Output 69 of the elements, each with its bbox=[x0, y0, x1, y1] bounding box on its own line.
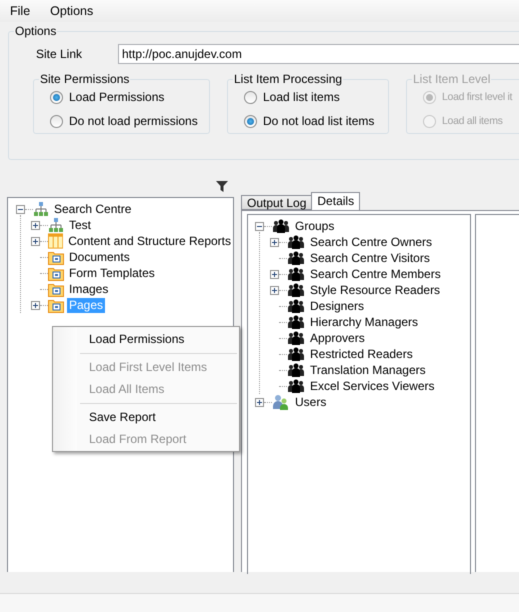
tab[interactable]: Details bbox=[311, 192, 360, 210]
radio-label: Do not load list items bbox=[263, 114, 374, 128]
radio-button[interactable] bbox=[50, 114, 63, 128]
tree-item[interactable]: Search Centre Visitors bbox=[308, 250, 432, 266]
expand-icon[interactable] bbox=[31, 300, 40, 310]
radio-label: Load first level it bbox=[442, 91, 512, 103]
radio-button[interactable] bbox=[50, 90, 63, 104]
tree-item[interactable]: Images bbox=[67, 282, 110, 296]
people-icon bbox=[287, 267, 305, 281]
expand-icon[interactable] bbox=[31, 236, 40, 246]
site-hierarchy-icon bbox=[33, 201, 49, 217]
expand-icon[interactable] bbox=[270, 270, 279, 278]
radio-label: Do not load permissions bbox=[69, 114, 198, 128]
group-title: Options bbox=[14, 24, 58, 38]
expand-icon[interactable] bbox=[255, 398, 264, 406]
filter-icon[interactable] bbox=[216, 181, 228, 192]
people-icon bbox=[287, 331, 305, 345]
tree-item[interactable]: Excel Services Viewers bbox=[308, 378, 436, 394]
people-icon bbox=[272, 219, 290, 233]
tree-item[interactable]: Documents bbox=[67, 250, 132, 264]
people-icon bbox=[287, 315, 305, 329]
tree-item[interactable]: Form Templates bbox=[67, 266, 157, 280]
tree-item[interactable]: Translation Managers bbox=[308, 362, 428, 378]
tree-item[interactable]: Groups bbox=[293, 218, 336, 234]
site-hierarchy-icon bbox=[48, 217, 64, 233]
folder-icon bbox=[48, 250, 64, 264]
collapse-icon[interactable] bbox=[16, 204, 25, 214]
people-icon bbox=[287, 251, 305, 265]
group-title: Site Permissions bbox=[39, 72, 130, 86]
tree-item[interactable]: Approvers bbox=[308, 330, 367, 346]
collapse-icon[interactable] bbox=[255, 222, 264, 230]
people-icon bbox=[287, 379, 305, 393]
folder-icon bbox=[48, 282, 64, 296]
radio-label: Load Permissions bbox=[69, 90, 164, 104]
tree-item[interactable]: Content and Structure Reports bbox=[66, 234, 233, 248]
expand-icon[interactable] bbox=[270, 238, 279, 246]
radio-label: Load all items bbox=[442, 115, 503, 127]
group-title: List Item Level bbox=[412, 72, 492, 86]
radio-label: Load list items bbox=[263, 90, 340, 104]
radio-button[interactable] bbox=[244, 114, 257, 128]
people-icon bbox=[287, 347, 305, 361]
group-title: List Item Processing bbox=[233, 72, 344, 86]
tree-item[interactable]: Search Centre Owners bbox=[308, 234, 434, 250]
people-icon bbox=[287, 363, 305, 377]
grid-list-icon bbox=[48, 233, 64, 249]
tab[interactable]: Output Log bbox=[241, 195, 312, 210]
tree-item[interactable]: Users bbox=[293, 394, 328, 410]
tree-item[interactable]: Search Centre bbox=[52, 202, 134, 216]
tree-item[interactable]: Designers bbox=[308, 298, 366, 314]
tree-item[interactable]: Search Centre Members bbox=[308, 266, 443, 282]
tree-item[interactable]: Restricted Readers bbox=[308, 346, 415, 362]
menu-item[interactable]: Options bbox=[44, 2, 100, 20]
tree-item[interactable]: Hierarchy Managers bbox=[308, 314, 420, 330]
expand-icon[interactable] bbox=[31, 220, 40, 230]
menu-item[interactable]: Load Permissions bbox=[55, 328, 237, 350]
tree-item[interactable]: Style Resource Readers bbox=[308, 282, 442, 298]
people-icon bbox=[287, 299, 305, 313]
tree-item[interactable]: Test bbox=[67, 218, 94, 232]
field-label: Site Link bbox=[36, 47, 84, 61]
expand-icon[interactable] bbox=[270, 286, 279, 294]
menu-item[interactable]: Save Report bbox=[55, 406, 237, 428]
radio-button[interactable] bbox=[244, 90, 257, 104]
users-icon bbox=[272, 394, 290, 410]
site-link-field[interactable]: http://poc.anujdev.com bbox=[118, 44, 519, 64]
people-icon bbox=[287, 235, 305, 249]
people-icon bbox=[287, 283, 305, 297]
folder-icon bbox=[48, 298, 64, 312]
menu-item[interactable]: File bbox=[4, 2, 36, 20]
folder-icon bbox=[48, 266, 64, 280]
